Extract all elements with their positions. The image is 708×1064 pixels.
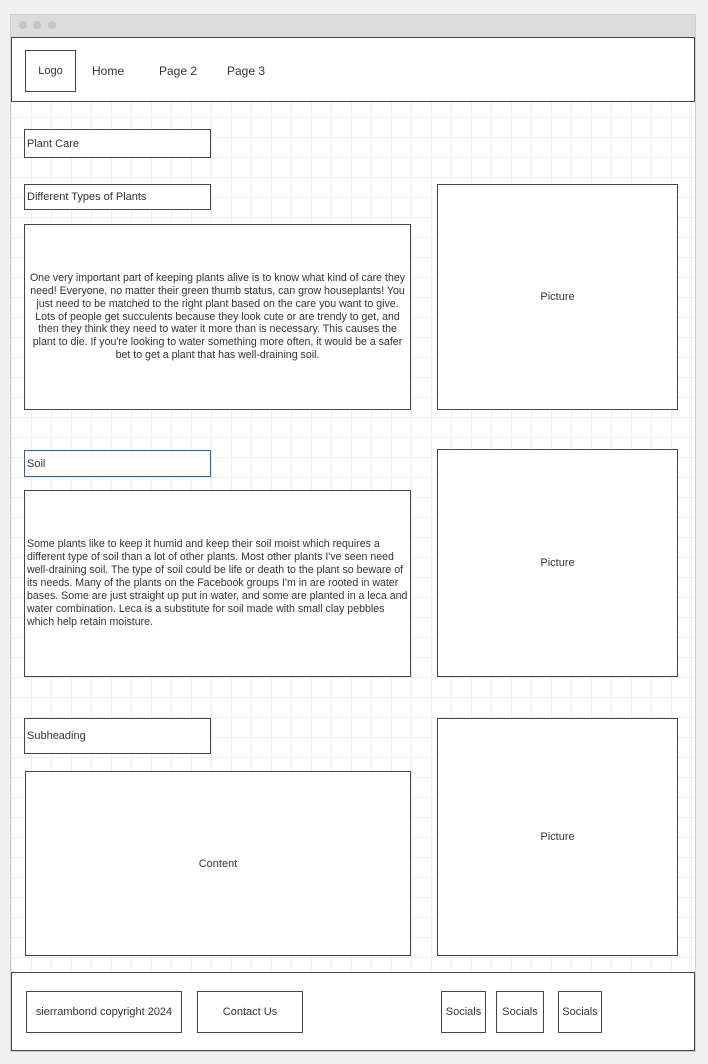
window-maximize-dot[interactable] [48, 21, 56, 29]
window-minimize-dot[interactable] [33, 21, 41, 29]
copyright: sierrambond copyright 2024 [26, 991, 182, 1033]
contact-us-button[interactable]: Contact Us [197, 991, 303, 1033]
page-title: Plant Care [24, 129, 211, 158]
section-content-text: Content [198, 857, 238, 870]
picture-placeholder: Picture [437, 449, 678, 677]
picture-label: Picture [540, 557, 575, 569]
section-heading-text: Subheading [27, 730, 86, 742]
wireframe-canvas: Logo Home Page 2 Page 3 Plant Care Diffe… [11, 37, 695, 1051]
section-content-text: Some plants like to keep it humid and ke… [27, 538, 408, 628]
picture-placeholder: Picture [437, 718, 678, 956]
section-heading-text: Soil [27, 457, 46, 470]
page-title-text: Plant Care [27, 137, 79, 150]
window-close-dot[interactable] [19, 21, 27, 29]
copyright-text: sierrambond copyright 2024 [35, 1006, 173, 1018]
logo-label: Logo [38, 65, 63, 77]
socials-link-3[interactable]: Socials [558, 991, 602, 1033]
section-heading-text: Different Types of Plants [27, 191, 147, 203]
picture-placeholder: Picture [437, 184, 678, 410]
socials-label: Socials [562, 1006, 598, 1018]
socials-label: Socials [445, 1006, 482, 1018]
socials-link-1[interactable]: Socials [441, 991, 486, 1033]
section-content-text: One very important part of keeping plant… [29, 271, 406, 362]
browser-window: Logo Home Page 2 Page 3 Plant Care Diffe… [10, 14, 696, 1052]
nav-page-3[interactable]: Page 3 [227, 64, 265, 78]
picture-label: Picture [540, 291, 575, 303]
section-heading-soil[interactable]: Soil [24, 450, 211, 477]
window-titlebar [11, 15, 695, 37]
socials-link-2[interactable]: Socials [496, 991, 544, 1033]
section-heading-subheading: Subheading [24, 718, 211, 754]
nav-home[interactable]: Home [92, 64, 124, 78]
contact-us-label: Contact Us [222, 1006, 278, 1018]
site-header: Logo Home Page 2 Page 3 [11, 37, 695, 102]
section-heading-types: Different Types of Plants [24, 184, 211, 210]
picture-label: Picture [540, 831, 575, 843]
section-content-soil: Some plants like to keep it humid and ke… [24, 490, 411, 677]
logo[interactable]: Logo [25, 50, 76, 92]
section-content-placeholder: Content [25, 771, 411, 956]
nav-page-2[interactable]: Page 2 [159, 64, 197, 78]
section-content-types: One very important part of keeping plant… [24, 224, 411, 410]
socials-label: Socials [502, 1006, 538, 1018]
site-footer: sierrambond copyright 2024 Contact Us So… [11, 972, 695, 1051]
